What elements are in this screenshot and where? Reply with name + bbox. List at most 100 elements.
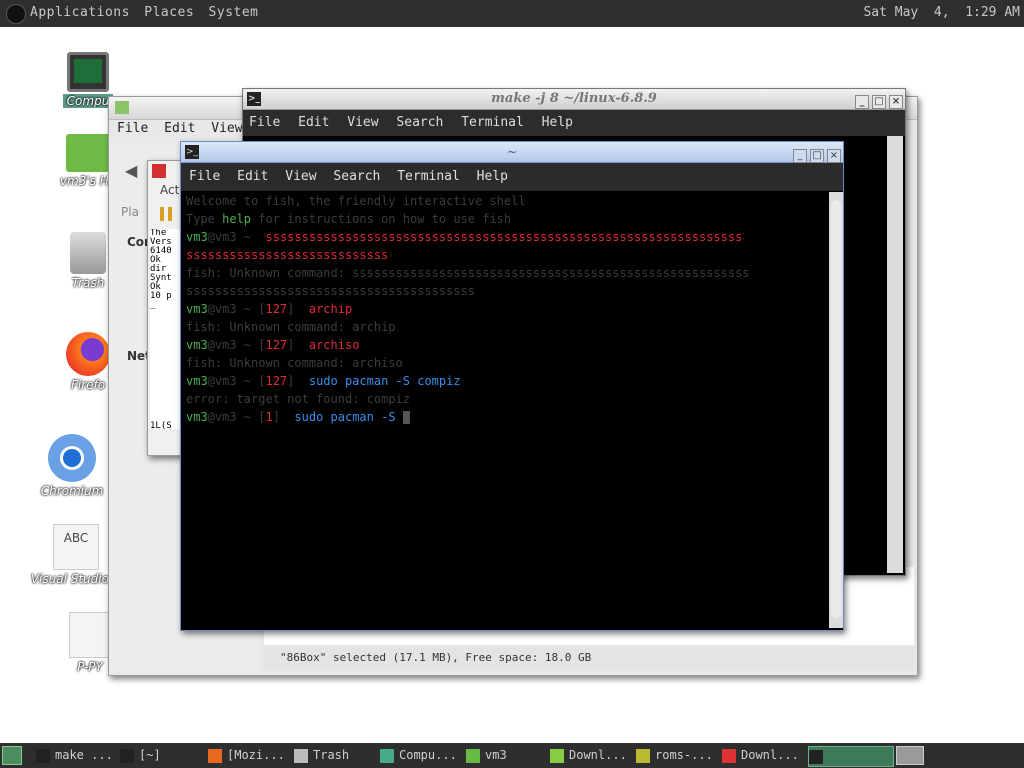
fm-menu-edit[interactable]: Edit [164,121,195,136]
terminal-icon: >_ [185,145,199,159]
terminal-line: vm3@vm3 ~ [1] sudo pacman -S [186,408,830,426]
workspace-switcher[interactable] [896,746,924,765]
terminal-screen[interactable]: Welcome to fish, the friendly interactiv… [183,192,830,628]
desktop-icon-chromium[interactable]: Chromium [22,434,122,498]
distro-logo-icon[interactable] [6,4,26,24]
vscode-icon: ABC [53,524,99,570]
terminal-text-segment: fish: Unknown command: archiso [186,356,403,370]
menu-file[interactable]: File [189,169,220,184]
terminal-text-segment: archiso [301,338,360,352]
computer-icon [380,748,394,763]
menu-view[interactable]: View [347,115,378,130]
taskbar-item-label: [Mozi... [227,748,285,762]
terminal-line: fish: Unknown command: archip [186,318,830,336]
terminal-text-segment: for instructions on how to use fish [251,212,512,226]
menu-edit[interactable]: Edit [298,115,329,130]
menu-help[interactable]: Help [542,115,573,130]
taskbar-item[interactable]: Downl... [722,746,804,765]
terminal-text-segment: error: target not found: compiz [186,392,410,406]
taskbar-item-label: vm3 [485,748,507,762]
taskbar-item[interactable] [808,746,894,767]
taskbar-item-label: Downl... [741,748,799,762]
text-cursor [402,411,410,424]
back-icon[interactable]: ◀ [125,161,137,180]
maximize-button[interactable]: □ [872,95,886,109]
applications-menu[interactable]: Applications [30,5,130,20]
taskbar-item-label: [~] [139,748,161,762]
menu-search[interactable]: Search [333,169,380,184]
taskbar-item-label: Downl... [569,748,627,762]
taskbar-item[interactable]: [~] [120,746,204,765]
computer-icon [67,52,109,92]
minimize-button[interactable]: _ [855,95,869,109]
terminal-main-titlebar[interactable]: >_ ~ _ □ × [181,142,843,163]
trash-icon [294,748,308,763]
taskbar-item[interactable]: [Mozi... [208,746,290,765]
terminal-window-main[interactable]: >_ ~ _ □ × File Edit View Search Terminal … [180,141,844,631]
close-button[interactable]: × [827,149,841,163]
terminal-text-segment: vm3 [186,374,208,388]
taskbar-item[interactable]: make ... [36,746,116,765]
file-manager-menubar: File Edit View [109,121,251,143]
terminal-line: ssssssssssssssssssssssssssssssssssssssss [186,282,830,300]
terminal-text-segment: help [222,212,252,226]
terminal-text-segment: 127 [265,302,288,316]
terminal-text-segment: @vm3 ~ [ [207,410,266,424]
terminal-text-segment: sudo pacman -S [287,410,403,424]
terminal-text-segment: 127 [265,338,288,352]
terminal-line: vm3@vm3 ~ [127] archip [186,300,830,318]
toolbar-label[interactable]: Act [160,183,179,197]
terminal-make-title: make -j 8 ~/linux-6.8.9 [491,91,657,106]
taskbar-item[interactable]: roms-... [636,746,718,765]
terminal-scrollbar[interactable] [829,192,843,628]
terminal-text-segment: ssssssssssssssssssssssssssssssssssssssss… [258,230,743,244]
menu-search[interactable]: Search [396,115,443,130]
show-desktop-icon[interactable] [2,746,22,765]
terminal-icon [809,749,823,764]
home-folder-icon [466,748,480,763]
taskbar-item[interactable]: Downl... [550,746,632,765]
taskbar-item[interactable]: Trash [294,746,376,765]
pause-icon[interactable] [160,207,172,221]
clock[interactable]: Sat May 4, 1:29 AM [863,5,1020,20]
menu-file[interactable]: File [249,115,280,130]
terminal-text-segment: Welcome to fish, the friendly interactiv… [186,194,526,208]
minimize-button[interactable]: _ [793,149,807,163]
archive-icon [636,748,650,763]
taskbar-item-label: Trash [313,748,350,762]
menu-terminal[interactable]: Terminal [397,169,460,184]
places-menu[interactable]: Places [144,5,194,20]
top-panel: Applications Places System Sat May 4, 1:… [0,0,1024,27]
window-buttons: _ □ × [790,144,841,164]
fm-menu-view[interactable]: View [211,121,242,136]
taskbar-item[interactable]: vm3 [466,746,546,765]
menu-edit[interactable]: Edit [237,169,268,184]
window-buttons: _ □ × [852,91,903,111]
maximize-button[interactable]: □ [810,149,824,163]
terminal-text-segment: 127 [265,374,288,388]
menu-view[interactable]: View [285,169,316,184]
system-menu[interactable]: System [209,5,259,20]
terminal-text-segment: @vm3 ~ [ [207,302,266,316]
app-icon [722,748,736,763]
scrollbar[interactable] [887,136,903,573]
firefox-icon [66,332,110,376]
terminal-line: error: target not found: compiz [186,390,830,408]
firefox-icon [208,748,222,763]
scrollbar-thumb[interactable] [831,200,841,618]
terminal-line: Type help for instructions on how to use… [186,210,830,228]
menu-terminal[interactable]: Terminal [461,115,524,130]
terminal-text-segment: sudo pacman -S compiz [301,374,461,388]
terminal-text-segment: ] [272,410,288,424]
close-button[interactable]: × [889,95,903,109]
terminal-text-segment: fish: Unknown command: sssssssssssssssss… [186,266,750,280]
panel-menus: Applications Places System [30,5,265,20]
folder-icon [115,101,129,114]
terminal-make-titlebar[interactable]: >_ make -j 8 ~/linux-6.8.9 _ □ × [243,89,905,110]
terminal-text-segment: @vm3 ~ [207,230,259,244]
menu-help[interactable]: Help [477,169,508,184]
taskbar-item[interactable]: Compu... [380,746,462,765]
fm-menu-file[interactable]: File [117,121,148,136]
terminal-text-segment: ] [287,374,302,388]
home-folder-icon [66,134,110,172]
